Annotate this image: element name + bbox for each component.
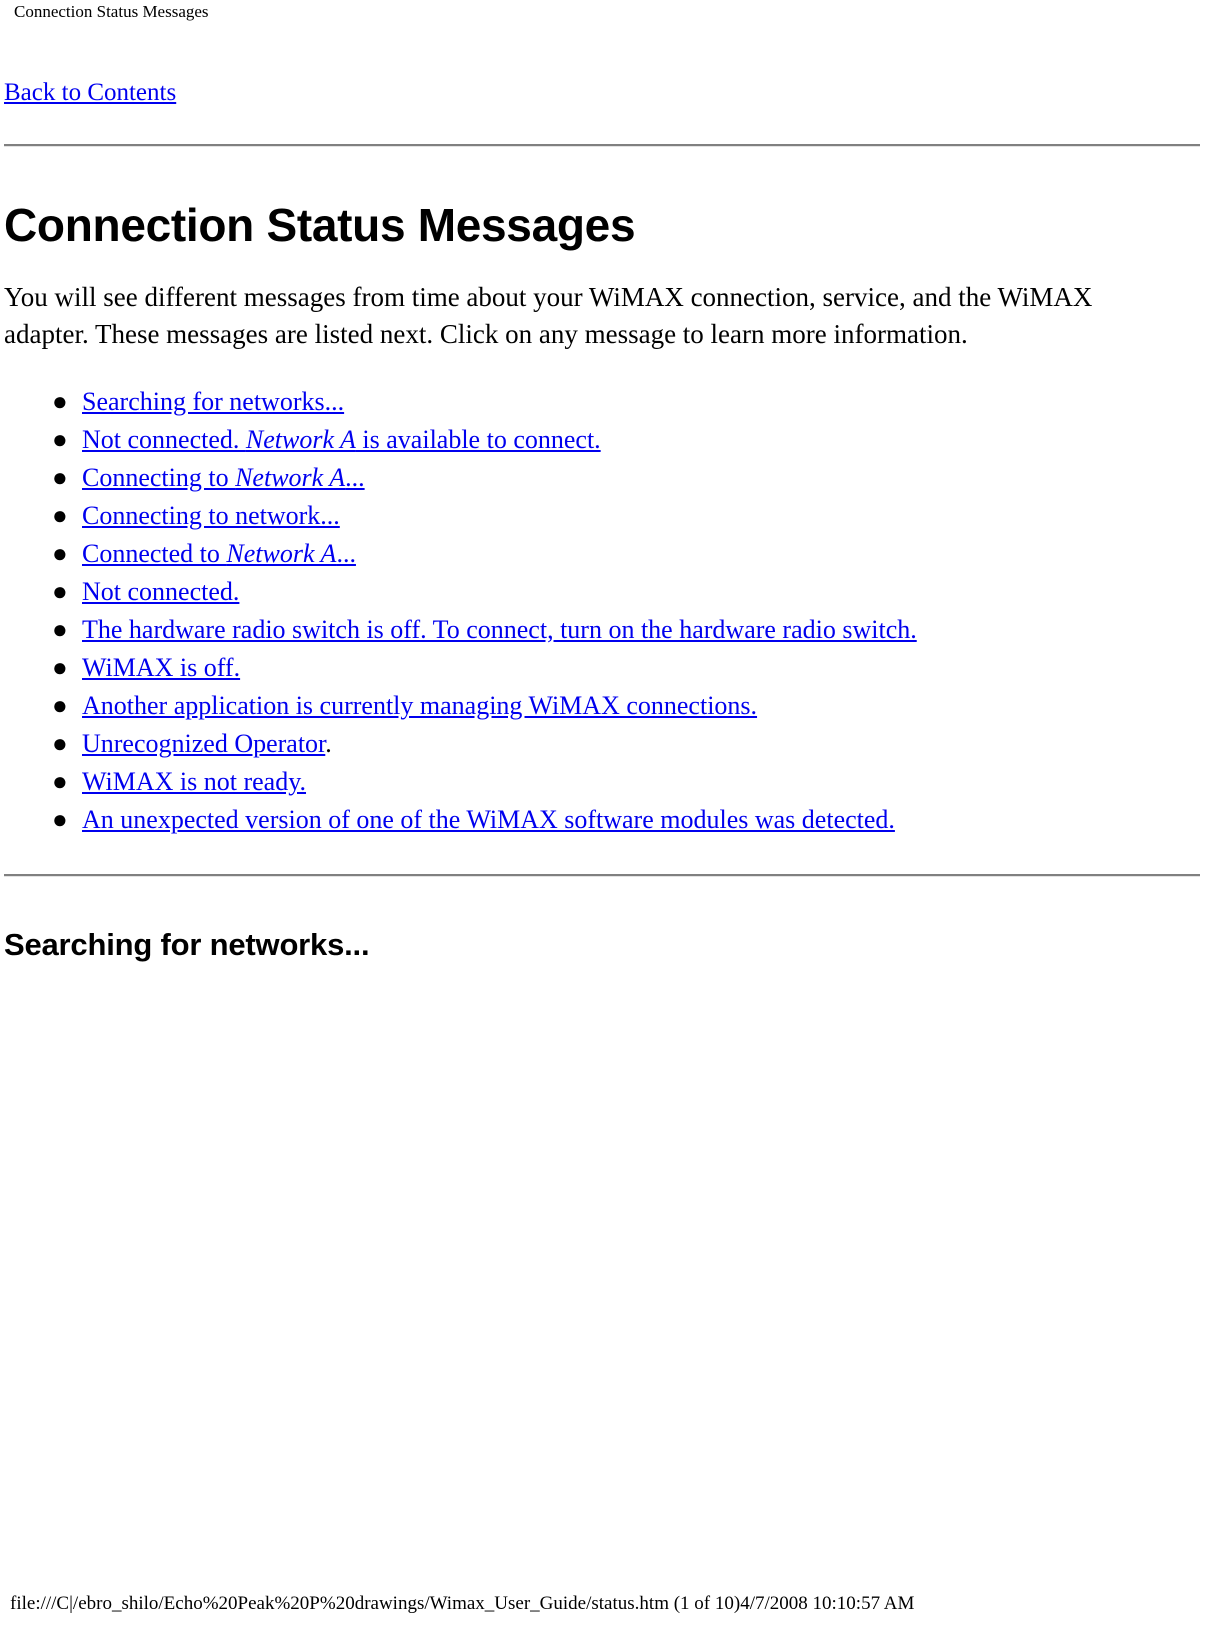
section-title-searching-for-networks: Searching for networks... <box>4 927 370 962</box>
bullet-icon: ● <box>52 463 68 492</box>
bullet-icon: ● <box>52 387 68 416</box>
list-item: ● WiMAX is not ready. <box>0 763 1232 800</box>
link-text-a: Searching for networks... <box>82 387 345 416</box>
list-item: ● The hardware radio switch is off. To c… <box>0 611 1232 648</box>
bullet-icon: ● <box>52 691 68 720</box>
list-item: ● Not connected. <box>0 573 1232 610</box>
status-message-link[interactable]: Not connected. <box>82 577 239 606</box>
bullet-icon: ● <box>52 805 68 834</box>
list-item: ● An unexpected version of one of the Wi… <box>0 801 1232 838</box>
status-message-link[interactable]: Unrecognized Operator <box>82 729 325 758</box>
bullet-icon: ● <box>52 577 68 606</box>
network-name-italic: Network A <box>235 463 346 492</box>
status-message-link[interactable]: WiMAX is not ready. <box>82 767 306 796</box>
list-item: ● Connected to Network A... <box>0 535 1232 572</box>
status-message-link[interactable]: Connecting to network... <box>82 501 340 530</box>
list-item: ● Connecting to Network A... <box>0 459 1232 496</box>
status-message-list: ● Searching for networks... ● Not connec… <box>0 353 1232 838</box>
bullet-icon: ● <box>52 767 68 796</box>
bullet-icon: ● <box>52 653 68 682</box>
status-message-link[interactable]: Another application is currently managin… <box>82 691 757 720</box>
bullet-icon: ● <box>52 729 68 758</box>
status-message-link[interactable]: WiMAX is off. <box>82 653 240 682</box>
link-text-a: Another application is currently managin… <box>82 691 758 720</box>
link-text-a: Connecting to network... <box>82 501 340 530</box>
link-text-b: is available to connect. <box>355 425 601 454</box>
link-text-b: ... <box>345 463 365 492</box>
link-text-a: Not connected. <box>82 577 240 606</box>
intro-paragraph: You will see different messages from tim… <box>4 282 1093 349</box>
link-text-a: Not connected. <box>82 425 246 454</box>
list-item: ● Searching for networks... <box>0 383 1232 420</box>
status-message-link[interactable]: Not connected. Network A is available to… <box>82 425 601 454</box>
status-message-link[interactable]: Connecting to Network A... <box>82 463 365 492</box>
link-text-a: Connecting to <box>82 463 236 492</box>
bullet-icon: ● <box>52 539 68 568</box>
status-message-link[interactable]: The hardware radio switch is off. To con… <box>82 615 917 644</box>
running-header: Connection Status Messages <box>0 0 1232 34</box>
back-to-contents-link[interactable]: Back to Contents <box>4 79 176 106</box>
link-text-a: An unexpected version of one of the WiMA… <box>82 805 895 834</box>
status-message-link[interactable]: Connected to Network A... <box>82 539 356 568</box>
footer-path-and-timestamp: file:///C|/ebro_shilo/Echo%20Peak%20P%20… <box>10 1593 915 1614</box>
page-title: Connection Status Messages <box>4 199 636 251</box>
link-text-b: ... <box>336 539 356 568</box>
bullet-icon: ● <box>52 425 68 454</box>
status-message-link[interactable]: Searching for networks... <box>82 387 344 416</box>
bullet-icon: ● <box>52 501 68 530</box>
link-text-a: The hardware radio switch is off. To con… <box>82 615 917 644</box>
list-item: ● Not connected. Network A is available … <box>0 421 1232 458</box>
bullet-icon: ● <box>52 615 68 644</box>
network-name-italic: Network A <box>226 539 337 568</box>
list-item: ● WiMAX is off. <box>0 649 1232 686</box>
trailing-punctuation: . <box>325 729 332 758</box>
running-header-title: Connection Status Messages <box>14 2 209 21</box>
list-item: ● Connecting to network... <box>0 497 1232 534</box>
back-to-contents-paragraph: Back to Contents <box>0 34 1232 108</box>
link-text-a: WiMAX is not ready. <box>82 767 307 796</box>
document-content: Back to Contents Connection Status Messa… <box>0 34 1232 963</box>
network-name-italic: Network A <box>245 425 356 454</box>
list-item: ● Another application is currently manag… <box>0 687 1232 724</box>
page-footer: file:///C|/ebro_shilo/Echo%20Peak%20P%20… <box>0 1592 1232 1616</box>
link-text-a: Unrecognized Operator <box>82 729 326 758</box>
status-message-link[interactable]: An unexpected version of one of the WiMA… <box>82 805 895 834</box>
list-item: ● Unrecognized Operator. <box>0 725 1232 762</box>
link-text-a: Connected to <box>82 539 227 568</box>
link-text-a: WiMAX is off. <box>82 653 241 682</box>
